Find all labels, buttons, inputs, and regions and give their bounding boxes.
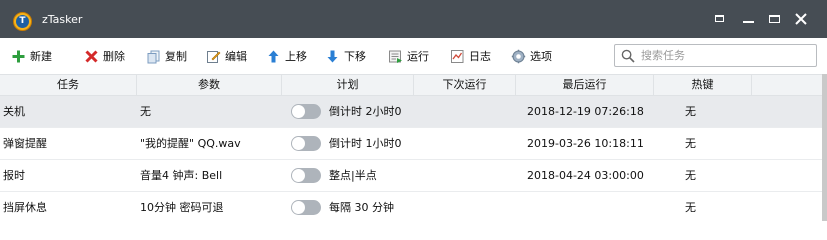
table-row[interactable]: 弹窗提醒 "我的提醒" QQ.wav 倒计时 1小时0 2019-03-26 1… (0, 128, 822, 160)
task-name: 挡屏休息 (3, 201, 47, 214)
maximize-icon (769, 15, 780, 23)
task-name: 弹窗提醒 (3, 137, 47, 150)
task-plan: 每隔 30 分钟 (329, 201, 394, 214)
column-header-params[interactable]: 参数 (137, 75, 282, 95)
restore-window-button[interactable] (711, 10, 729, 28)
toggle-knob (292, 105, 305, 118)
move-up-label: 上移 (285, 50, 307, 63)
task-params: "我的提醒" QQ.wav (140, 137, 241, 150)
task-last-run: 2018-04-24 03:00:00 (527, 169, 644, 182)
run-icon (389, 50, 402, 63)
new-task-button[interactable]: 新建 (11, 47, 52, 65)
enable-toggle[interactable] (291, 200, 321, 215)
copy-icon (147, 50, 160, 63)
table-header: 任务 参数 计划 下次运行 最后运行 热键 (0, 74, 822, 96)
task-name: 报时 (3, 169, 25, 182)
run-task-label: 运行 (407, 50, 429, 63)
task-params: 无 (140, 105, 151, 118)
delete-x-icon (85, 49, 98, 63)
edit-task-label: 编辑 (225, 50, 247, 63)
task-params: 10分钟 密码可退 (140, 201, 224, 214)
column-header-task[interactable]: 任务 (0, 75, 137, 95)
copy-task-button[interactable]: 复制 (146, 47, 187, 65)
delete-task-button[interactable]: 删除 (84, 47, 125, 65)
task-params: 音量4 钟声: Bell (140, 169, 223, 182)
toggle-knob (292, 169, 305, 182)
task-next-run (430, 192, 520, 221)
move-up-button[interactable]: 上移 (266, 47, 307, 65)
maximize-button[interactable] (766, 10, 784, 28)
app-logo-letter: T (16, 15, 29, 28)
minimize-button[interactable] (740, 10, 758, 28)
column-header-hotkey[interactable]: 热键 (654, 75, 752, 95)
move-down-button[interactable]: 下移 (325, 47, 366, 65)
close-icon (795, 13, 807, 25)
edit-task-button[interactable]: 编辑 (206, 47, 247, 65)
options-button[interactable]: 选项 (511, 47, 552, 65)
task-hotkey: 无 (685, 201, 696, 214)
column-header-plan[interactable]: 计划 (282, 75, 414, 95)
task-plan: 倒计时 2小时0 (329, 105, 402, 118)
task-next-run (430, 96, 520, 127)
window-title: zTasker (42, 13, 83, 26)
task-plan: 整点|半点 (329, 169, 377, 182)
search-icon (621, 49, 635, 63)
task-name: 关机 (3, 105, 25, 118)
new-task-label: 新建 (30, 50, 52, 63)
app-logo-icon: T (13, 12, 32, 31)
log-button[interactable]: 日志 (450, 47, 491, 65)
gear-icon (511, 49, 526, 63)
delete-task-label: 删除 (103, 50, 125, 63)
table-row[interactable]: 挡屏休息 10分钟 密码可退 每隔 30 分钟 无 (0, 192, 822, 221)
restore-icon (715, 15, 724, 22)
arrow-down-icon (327, 50, 338, 62)
enable-toggle[interactable] (291, 168, 321, 183)
column-header-next-run[interactable]: 下次运行 (414, 75, 516, 95)
log-icon (451, 49, 464, 63)
task-hotkey: 无 (685, 169, 696, 182)
table-row[interactable]: 报时 音量4 钟声: Bell 整点|半点 2018-04-24 03:00:0… (0, 160, 822, 192)
task-last-run (527, 192, 667, 221)
app-window: T zTasker 新建 删除 复制 编辑 上移 下移 运行 日志 选项 搜索任… (0, 0, 827, 221)
search-input[interactable] (641, 47, 811, 64)
title-bar[interactable]: T zTasker (0, 0, 827, 38)
enable-toggle[interactable] (291, 136, 321, 151)
run-task-button[interactable]: 运行 (388, 47, 429, 65)
move-down-label: 下移 (344, 50, 366, 63)
task-next-run (430, 160, 520, 191)
search-box[interactable] (614, 44, 817, 67)
close-button[interactable] (792, 10, 810, 28)
task-hotkey: 无 (685, 105, 696, 118)
column-header-last-run[interactable]: 最后运行 (516, 75, 654, 95)
scrollbar-thumb[interactable] (822, 74, 827, 221)
arrow-up-icon (268, 50, 279, 62)
task-last-run: 2018-12-19 07:26:18 (527, 105, 644, 118)
task-next-run (430, 128, 520, 159)
copy-task-label: 复制 (165, 50, 187, 63)
task-table: 任务 参数 计划 下次运行 最后运行 热键 关机 无 倒计时 2小时0 2018… (0, 74, 822, 221)
edit-icon (207, 50, 221, 63)
log-label: 日志 (469, 50, 491, 63)
toggle-knob (292, 201, 305, 214)
table-row[interactable]: 关机 无 倒计时 2小时0 2018-12-19 07:26:18 无 (0, 96, 822, 128)
vertical-scrollbar[interactable] (822, 74, 827, 221)
plus-icon (12, 50, 25, 62)
toggle-knob (292, 137, 305, 150)
task-plan: 倒计时 1小时0 (329, 137, 402, 150)
task-last-run: 2019-03-26 10:18:11 (527, 137, 644, 150)
task-hotkey: 无 (685, 137, 696, 150)
enable-toggle[interactable] (291, 104, 321, 119)
options-label: 选项 (530, 50, 552, 63)
minimize-icon (743, 21, 754, 23)
